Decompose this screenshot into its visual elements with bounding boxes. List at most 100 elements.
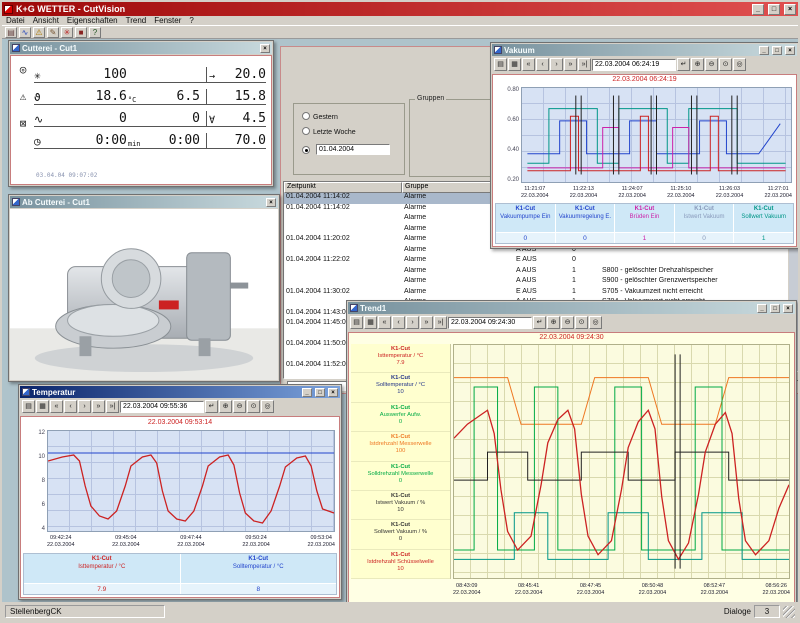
legend-entry[interactable]: K1-CutIstwert Vakuum / %10 [351,491,450,520]
legend-entry[interactable]: K1-CutIstdrehzahl Schüsselwelle10 [351,550,450,579]
apply-date-button[interactable]: ↵ [533,316,546,329]
table-row[interactable]: 01.04.2004 11:30:02AlarmeE AUS1S705 - Va… [284,288,787,299]
nav-last-button[interactable]: »| [106,400,119,413]
cutterei-titlebar[interactable]: Cutterei - Cut1 × [10,42,272,54]
legend-entry[interactable]: K1-CutSollwert Vakuum / %0 [351,520,450,549]
properties-icon[interactable]: ✎ [47,27,59,38]
close-icon[interactable]: × [260,44,270,53]
trend-date-input[interactable] [592,59,676,71]
table-row[interactable]: AlarmeA AUS1S900 - gelöschter Grenzwerts… [284,277,787,288]
column-header-zeitpunkt[interactable]: Zeitpunkt [284,182,402,193]
nav-prev-button[interactable]: ‹ [64,400,77,413]
trend-mode-button[interactable]: ▦ [364,316,377,329]
nav-next-button[interactable]: › [550,58,563,71]
table-row[interactable]: 01.04.2004 11:22:02AlarmeE AUS0 [284,256,787,267]
legend-entry[interactable]: K1-CutSollwert Vakuum1 [734,204,793,243]
legend-entry[interactable]: K1-CutAuswerfer Aufw.0 [351,403,450,432]
zoom-fit-button[interactable]: ⊙ [575,316,588,329]
print-icon[interactable]: ▤ [5,27,17,38]
close-icon[interactable]: × [328,388,338,397]
trend-mode-button[interactable]: ▦ [36,400,49,413]
trend-date-input[interactable] [448,317,532,329]
trend1-titlebar[interactable]: Trend1 _ □ × [348,302,795,314]
legend-entry[interactable]: K1-CutIsttemperatur / °C7.9 [24,554,180,594]
radio-letzte-woche[interactable]: Letzte Woche [302,127,356,136]
vakuum-titlebar[interactable]: Vakuum _ □ × [492,44,797,56]
close-icon[interactable]: × [785,46,795,55]
radio-gestern[interactable]: Gestern [302,112,338,121]
trend-print-button[interactable]: ▤ [22,400,35,413]
minimize-icon[interactable]: _ [302,388,312,397]
menu-eigenschaften[interactable]: Eigenschaften [67,16,118,25]
temperatur-titlebar[interactable]: Temperatur _ □ × [20,386,340,398]
radio-icon[interactable] [302,112,310,120]
date-filter-input[interactable] [316,144,390,155]
trend-print-button[interactable]: ▤ [494,58,507,71]
trend-mode-button[interactable]: ▦ [508,58,521,71]
nav-first-button[interactable]: « [378,316,391,329]
legend-entry[interactable]: K1-CutSolltemperatur / °C8 [181,554,337,594]
zoom-in-button[interactable]: ⊕ [691,58,704,71]
radio-icon[interactable] [302,127,310,135]
zoom-out-button[interactable]: ⊖ [561,316,574,329]
alarm-list-icon[interactable]: ⚠ [33,27,45,38]
apply-date-button[interactable]: ↵ [677,58,690,71]
trend-icon[interactable]: ∿ [19,27,31,38]
help-icon[interactable]: ? [89,27,101,38]
trend-print-button[interactable]: ▤ [350,316,363,329]
nav-forward-button[interactable]: » [420,316,433,329]
trend1-plot[interactable] [453,344,790,579]
radio-datum[interactable] [302,146,313,155]
legend-entry[interactable]: K1-CutIstwert Vakuum0 [675,204,734,243]
zoom-fit-button[interactable]: ⊙ [247,400,260,413]
minimize-button[interactable]: _ [752,4,764,15]
zoom-in-button[interactable]: ⊕ [547,316,560,329]
legend-entry[interactable]: K1-CutSolldrehzahl Messerwelle0 [351,462,450,491]
legend-entry[interactable]: K1-CutVakuumpumpe Ein0 [496,204,555,243]
table-row[interactable]: AlarmeA AUS1S800 - gelöschter Drehzahlsp… [284,267,787,278]
zoom-out-button[interactable]: ⊖ [705,58,718,71]
legend-entry[interactable]: K1-CutVakuumregelung E.0 [556,204,615,243]
maximize-icon[interactable]: □ [772,46,782,55]
legend-entry[interactable]: K1-CutBrüden Ein1 [615,204,674,243]
zoom-reset-button[interactable]: ◎ [261,400,274,413]
cutter-view-icon[interactable]: ✳ [61,27,73,38]
zoom-in-button[interactable]: ⊕ [219,400,232,413]
menu-fenster[interactable]: Fenster [154,16,181,25]
temperatur-plot[interactable] [47,430,335,532]
app-titlebar[interactable]: K+G WETTER - CutVision _ □ × [2,2,798,16]
nav-first-button[interactable]: « [522,58,535,71]
photo-titlebar[interactable]: Ab Cutterei - Cut1 × [10,196,278,208]
trend-date-input[interactable] [120,401,204,413]
nav-next-button[interactable]: › [406,316,419,329]
menu-help[interactable]: ? [189,16,193,25]
nav-forward-button[interactable]: » [564,58,577,71]
maximize-icon[interactable]: □ [770,304,780,313]
maximize-icon[interactable]: □ [315,388,325,397]
apply-date-button[interactable]: ↵ [205,400,218,413]
nav-first-button[interactable]: « [50,400,63,413]
resize-grip[interactable] [783,606,795,618]
menu-datei[interactable]: Datei [6,16,25,25]
nav-forward-button[interactable]: » [92,400,105,413]
minimize-icon[interactable]: _ [759,46,769,55]
zoom-fit-button[interactable]: ⊙ [719,58,732,71]
menu-ansicht[interactable]: Ansicht [33,16,59,25]
maximize-button[interactable]: □ [768,4,780,15]
stop-icon[interactable]: ■ [75,27,87,38]
vakuum-plot[interactable] [521,87,792,183]
legend-entry[interactable]: K1-CutSolltemperatur / °C10 [351,373,450,402]
zoom-out-button[interactable]: ⊖ [233,400,246,413]
close-icon[interactable]: × [266,198,276,207]
nav-last-button[interactable]: »| [578,58,591,71]
nav-prev-button[interactable]: ‹ [536,58,549,71]
nav-last-button[interactable]: »| [434,316,447,329]
minimize-icon[interactable]: _ [757,304,767,313]
legend-entry[interactable]: K1-CutIstdrehzahl Messerwelle100 [351,432,450,461]
close-button[interactable]: × [784,4,796,15]
close-icon[interactable]: × [783,304,793,313]
nav-prev-button[interactable]: ‹ [392,316,405,329]
nav-next-button[interactable]: › [78,400,91,413]
legend-entry[interactable]: K1-CutIsttemperatur / °C7.9 [351,344,450,373]
zoom-reset-button[interactable]: ◎ [589,316,602,329]
